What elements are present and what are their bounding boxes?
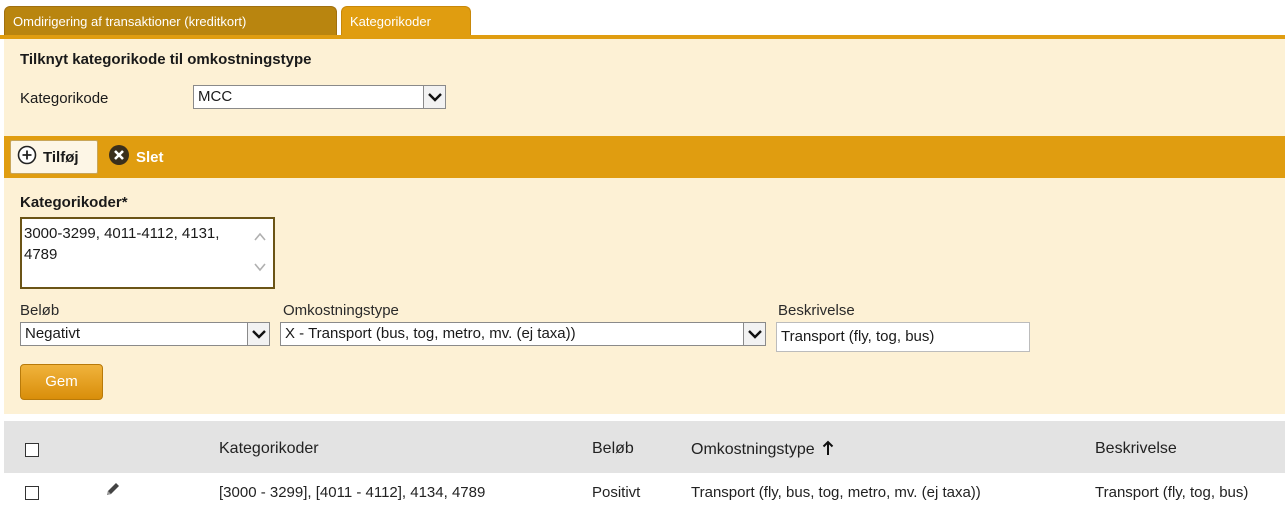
add-label: Tilføj <box>43 148 79 166</box>
tab-label: Kategorikoder <box>350 14 431 29</box>
scroll-up-icon[interactable] <box>253 229 267 243</box>
kategorikoder-label: Kategorikoder* <box>20 194 128 211</box>
chevron-down-icon[interactable] <box>247 323 269 345</box>
kategorikoder-textarea[interactable]: 3000-3299, 4011-4112, 4131, 4789 <box>20 217 275 289</box>
kategorikode-value: MCC <box>198 88 233 105</box>
form-panel <box>4 178 1285 414</box>
beskrivelse-input[interactable]: Transport (fly, tog, bus) <box>776 322 1030 352</box>
kategorikoder-text: 3000-3299, 4011-4112, 4131, 4789 <box>24 225 220 263</box>
row-checkbox[interactable] <box>25 486 39 500</box>
cell-belob: Positivt <box>592 484 641 501</box>
cell-kategorikoder: [3000 - 3299], [4011 - 4112], 4134, 4789 <box>219 484 486 501</box>
save-button[interactable]: Gem <box>20 364 103 400</box>
tab-omdirigering[interactable]: Omdirigering af transaktioner (kreditkor… <box>4 6 337 36</box>
delete-button[interactable]: Slet <box>108 140 164 174</box>
kategorikode-select[interactable]: MCC <box>193 85 446 109</box>
column-header-label: Omkostningstype <box>691 441 815 458</box>
column-header-omkostningstype[interactable]: Omkostningstype <box>691 440 834 461</box>
arrow-up-icon <box>822 440 834 461</box>
pencil-icon[interactable] <box>104 480 122 503</box>
tab-label: Omdirigering af transaktioner (kreditkor… <box>13 14 247 29</box>
omkostningstype-select[interactable]: X - Transport (bus, tog, metro, mv. (ej … <box>280 322 766 346</box>
belob-value: Negativt <box>25 325 81 342</box>
kategorikode-label: Kategorikode <box>20 90 109 107</box>
omkostningstype-value: X - Transport (bus, tog, metro, mv. (ej … <box>285 325 576 342</box>
belob-select[interactable]: Negativt <box>20 322 270 346</box>
tab-kategorikoder[interactable]: Kategorikoder <box>341 6 471 36</box>
beskrivelse-value: Transport (fly, tog, bus) <box>781 328 935 345</box>
column-header-beskrivelse[interactable]: Beskrivelse <box>1095 440 1177 458</box>
delete-label: Slet <box>136 148 164 166</box>
chevron-down-icon[interactable] <box>423 86 445 108</box>
cell-omkostningstype: Transport (fly, bus, tog, metro, mv. (ej… <box>691 484 981 501</box>
beskrivelse-label: Beskrivelse <box>778 302 855 319</box>
column-header-kategorikoder[interactable]: Kategorikoder <box>219 440 319 458</box>
cell-beskrivelse: Transport (fly, tog, bus) <box>1095 484 1249 501</box>
select-all-checkbox[interactable] <box>25 443 39 457</box>
table-header <box>4 421 1285 473</box>
omkostningstype-label: Omkostningstype <box>283 302 399 319</box>
close-circle-icon <box>108 144 130 170</box>
plus-circle-icon <box>17 145 37 169</box>
chevron-down-icon[interactable] <box>743 323 765 345</box>
scroll-down-icon[interactable] <box>253 259 267 273</box>
add-button[interactable]: Tilføj <box>10 140 98 174</box>
belob-label: Beløb <box>20 302 60 319</box>
column-header-belob[interactable]: Beløb <box>592 440 634 458</box>
toolbar <box>4 136 1285 178</box>
section-title: Tilknyt kategorikode til omkostningstype <box>20 51 312 68</box>
